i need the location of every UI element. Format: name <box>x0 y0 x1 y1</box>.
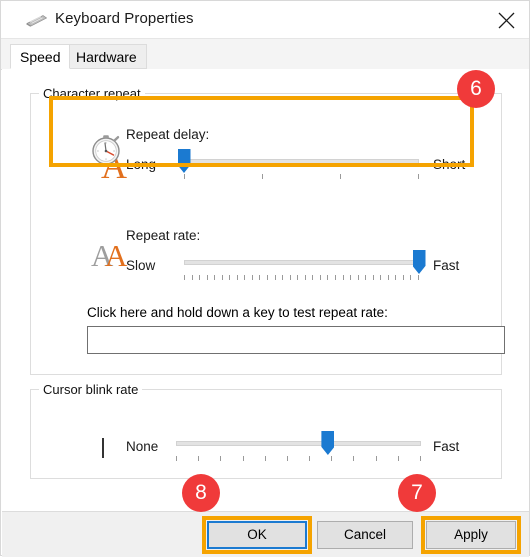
group-cursor-blink-rate: Cursor blink rate None Fast <box>30 382 502 479</box>
tick-mark <box>229 275 231 280</box>
tick-mark <box>199 275 201 280</box>
tab-hardware-label: Hardware <box>76 49 137 65</box>
keyboard-icon <box>21 14 48 27</box>
tick-mark <box>206 275 208 280</box>
tick-mark <box>340 174 341 179</box>
dialog-footer: OK Cancel Apply <box>2 511 529 557</box>
highlight-box-repeat-delay <box>49 96 474 167</box>
cursor-blink-min-label: None <box>126 439 159 454</box>
tick-mark <box>372 275 374 280</box>
tick-mark <box>304 275 306 280</box>
close-button[interactable] <box>484 1 529 38</box>
tick-mark <box>395 275 397 280</box>
keyboard-properties-dialog: Keyboard Properties Speed Hardware Chara… <box>0 0 530 557</box>
cancel-button[interactable]: Cancel <box>317 521 413 549</box>
test-repeat-rate-label: Click here and hold down a key to test r… <box>87 305 388 320</box>
tab-strip: Speed Hardware <box>1 39 529 70</box>
tick-mark <box>353 456 355 461</box>
cursor-blink-rate-slider[interactable] <box>171 431 426 464</box>
tick-mark <box>242 456 244 461</box>
cursor-blink-rate-slider-thumb[interactable] <box>321 431 335 455</box>
tick-mark <box>319 275 321 280</box>
apply-button[interactable]: Apply <box>426 521 516 549</box>
repeat-delay-tick-marks <box>184 174 419 180</box>
tick-mark <box>274 275 276 280</box>
step-badge-8: 8 <box>182 474 220 512</box>
repeat-rate-slider-thumb[interactable] <box>412 250 426 274</box>
step-badge-6: 6 <box>457 70 495 108</box>
tick-mark <box>387 275 389 280</box>
test-repeat-rate-input[interactable] <box>87 326 505 354</box>
cancel-button-label: Cancel <box>343 527 387 542</box>
tick-mark <box>365 275 367 280</box>
repeat-rate-slider[interactable] <box>179 250 426 283</box>
tick-mark <box>350 275 352 280</box>
tab-speed[interactable]: Speed <box>10 44 71 69</box>
step-badge-7: 7 <box>398 474 436 512</box>
tick-mark <box>221 275 223 280</box>
tick-mark <box>176 456 177 461</box>
tick-mark <box>262 174 263 179</box>
tick-mark <box>282 275 284 280</box>
tick-mark <box>410 275 412 280</box>
tick-mark <box>220 456 222 461</box>
tick-mark <box>184 275 185 280</box>
tick-mark <box>420 456 421 461</box>
window-title: Keyboard Properties <box>55 10 194 27</box>
tick-mark <box>259 275 261 280</box>
tick-mark <box>418 174 419 179</box>
tick-mark <box>342 275 344 280</box>
repeat-rate-max-label: Fast <box>433 258 460 273</box>
tick-mark <box>309 456 311 461</box>
tick-mark <box>184 174 185 179</box>
tick-mark <box>251 275 253 280</box>
svg-text:A: A <box>105 238 128 270</box>
tick-mark <box>244 275 246 280</box>
tick-mark <box>327 275 329 280</box>
tick-mark <box>198 456 200 461</box>
ok-button-label: OK <box>247 527 267 542</box>
tick-mark <box>331 456 333 461</box>
tick-mark <box>289 275 291 280</box>
apply-button-label: Apply <box>454 527 488 542</box>
ok-button[interactable]: OK <box>207 521 307 549</box>
cursor-blink-max-label: Fast <box>433 439 460 454</box>
repeat-rate-min-label: Slow <box>126 258 156 273</box>
tab-hardware[interactable]: Hardware <box>66 44 147 69</box>
title-bar: Keyboard Properties <box>1 1 529 39</box>
tick-mark <box>264 456 266 461</box>
close-icon <box>498 12 515 29</box>
tick-mark <box>402 275 404 280</box>
group-cursor-blink-rate-label: Cursor blink rate <box>39 382 143 397</box>
tick-mark <box>236 275 238 280</box>
tick-mark <box>334 275 336 280</box>
repeat-rate-tick-marks <box>184 275 419 281</box>
tick-mark <box>418 275 419 280</box>
repeat-rate-label: Repeat rate: <box>126 228 201 243</box>
tick-mark <box>191 275 193 280</box>
tick-mark <box>214 275 216 280</box>
cursor-blink-rate-slider-track[interactable] <box>176 441 421 446</box>
tick-mark <box>375 456 377 461</box>
tick-mark <box>397 456 399 461</box>
tab-panel-speed: Character repeat A Repeat delay: Long Sh… <box>2 69 529 511</box>
tick-mark <box>380 275 382 280</box>
tick-mark <box>357 275 359 280</box>
tick-mark <box>312 275 314 280</box>
tick-mark <box>286 456 288 461</box>
repeat-rate-slider-track[interactable] <box>184 260 419 265</box>
tick-mark <box>267 275 269 280</box>
cursor-blink-rate-tick-marks <box>176 456 421 462</box>
text-caret-icon <box>102 438 104 458</box>
tick-mark <box>297 275 299 280</box>
tab-speed-label: Speed <box>20 49 61 65</box>
